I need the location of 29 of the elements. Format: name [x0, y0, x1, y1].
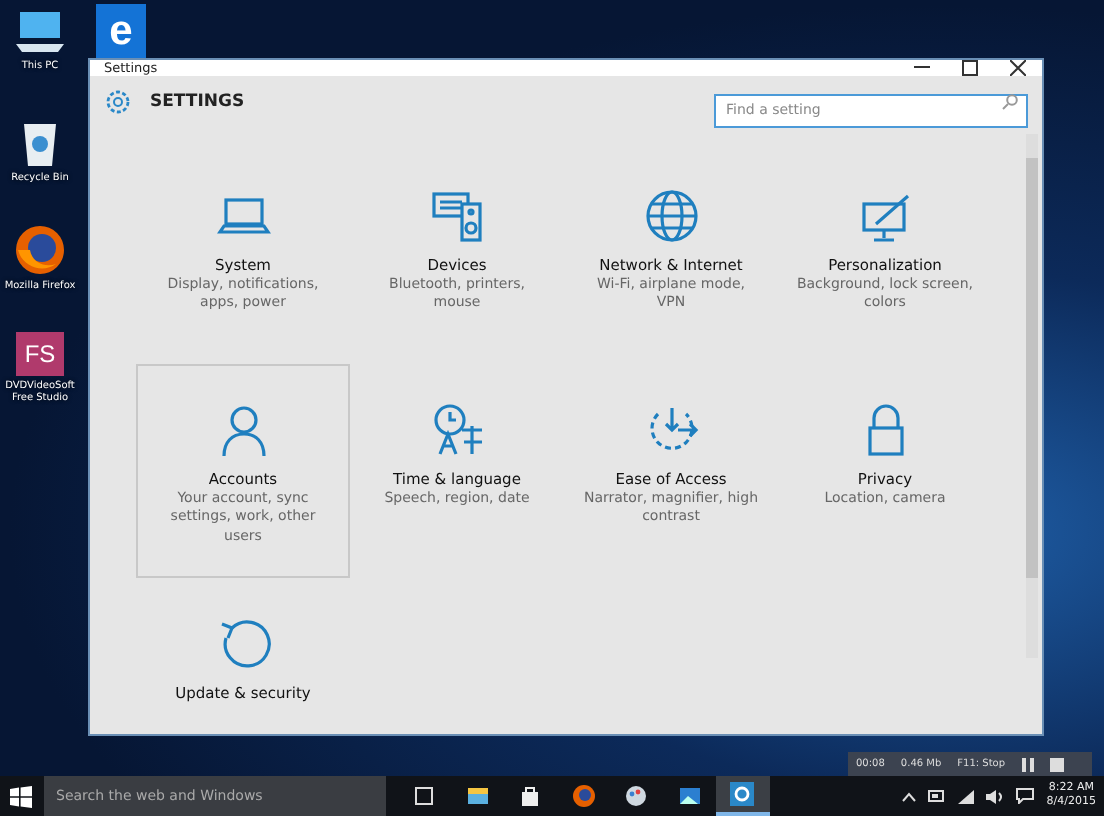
palette-icon — [624, 784, 649, 808]
picture-icon — [677, 784, 702, 808]
speaker-icon[interactable] — [986, 789, 1005, 803]
chevron-up-icon[interactable] — [902, 791, 917, 801]
globe-icon — [641, 188, 701, 244]
search-icon[interactable] — [1002, 93, 1018, 109]
notification-icon[interactable] — [1016, 788, 1035, 804]
stop-icon[interactable] — [1049, 757, 1064, 771]
settings-icon — [104, 87, 132, 115]
shopping-bag-icon — [518, 784, 543, 808]
page-heading: SETTINGS — [150, 91, 245, 111]
task-view-icon — [412, 784, 437, 808]
battery-icon[interactable] — [928, 790, 947, 802]
close-icon[interactable] — [1010, 60, 1026, 76]
network-icon[interactable] — [958, 789, 975, 803]
maximize-icon[interactable] — [962, 60, 978, 76]
folder-icon — [465, 784, 490, 808]
firefox-icon[interactable] — [14, 224, 66, 276]
taskbar-app-button[interactable] — [716, 776, 769, 816]
scrollbar[interactable] — [1026, 134, 1038, 658]
keyboard-speaker-icon — [427, 188, 487, 244]
firefox-icon — [571, 784, 596, 808]
browser-shortcut-icon[interactable]: e — [96, 4, 146, 58]
settings-icon — [730, 782, 755, 806]
computer-icon[interactable] — [14, 8, 66, 56]
start-icon[interactable] — [10, 785, 32, 807]
pause-icon[interactable] — [1021, 757, 1034, 771]
minimize-icon[interactable] — [914, 66, 930, 70]
app-logo-icon[interactable]: FS — [16, 332, 64, 376]
